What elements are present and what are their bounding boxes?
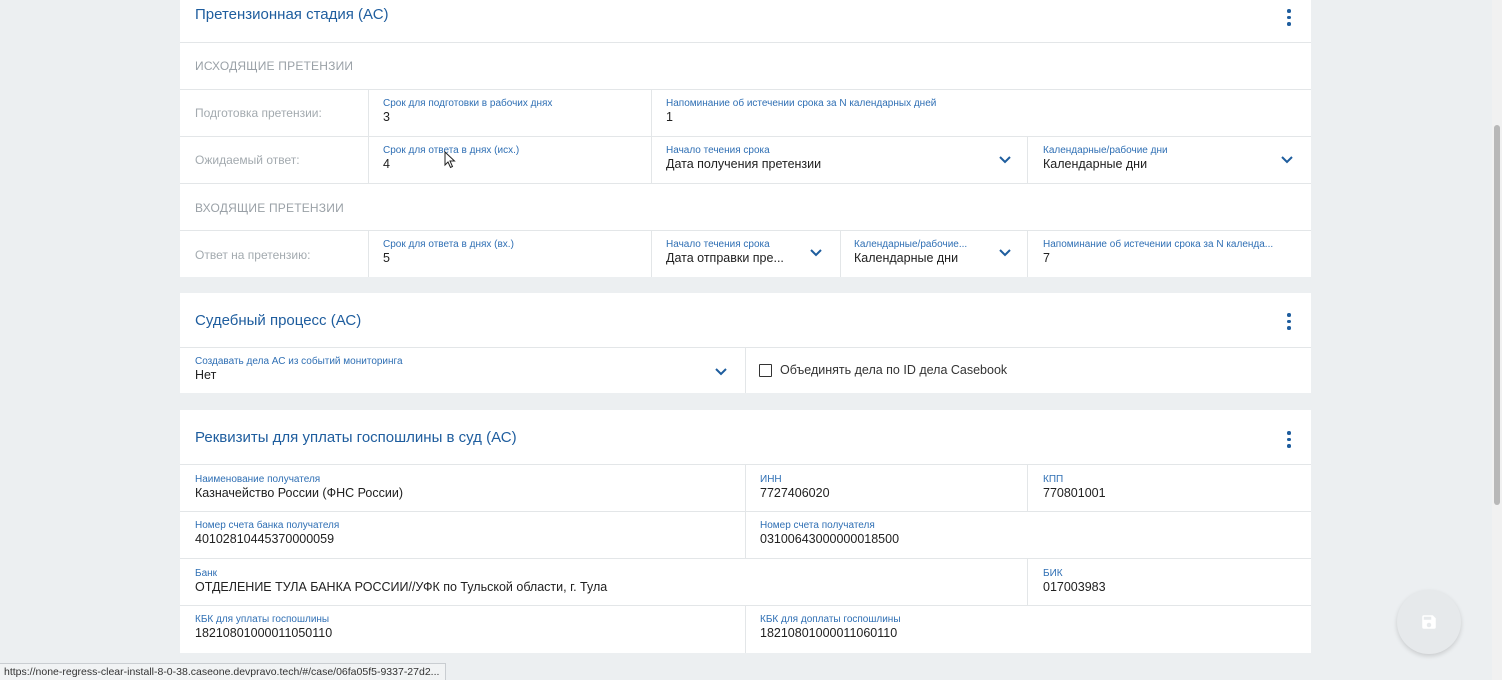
claims-card-title: Претензионная стадия (АС) <box>195 6 389 23</box>
create-cases-select[interactable]: Создавать дела АС из событий мониторинга… <box>195 356 695 382</box>
expected-days-type-select[interactable]: Календарные/рабочие дни Календарные дни <box>1043 145 1273 171</box>
kbk-pay-value[interactable]: 18210801000011050110 <box>195 626 735 640</box>
expected-deadline-field[interactable]: Срок для ответа в днях (исх.) 4 <box>383 145 643 171</box>
bank-account-field[interactable]: Номер счета банка получателя 40102810445… <box>195 520 735 546</box>
recipient-account-field[interactable]: Номер счета получателя 03100643000000018… <box>760 520 1280 546</box>
create-cases-value[interactable]: Нет <box>195 368 695 382</box>
incoming-claims-caption: ВХОДЯЩИЕ ПРЕТЕНЗИИ <box>195 201 344 215</box>
claims-card: Претензионная стадия (АС) ИСХОДЯЩИЕ ПРЕТ… <box>180 0 1311 277</box>
fee-card: Реквизиты для уплаты госпошлины в суд (А… <box>180 410 1311 653</box>
reply-row-label: Ответ на претензию: <box>195 248 311 262</box>
fee-more-icon[interactable] <box>1287 431 1291 448</box>
chevron-down-icon[interactable] <box>714 367 728 377</box>
reply-deadline-value[interactable]: 5 <box>383 251 643 265</box>
bank-field[interactable]: Банк ОТДЕЛЕНИЕ ТУЛА БАНКА РОССИИ//УФК по… <box>195 568 1015 594</box>
chevron-down-icon[interactable] <box>998 248 1012 258</box>
mouse-cursor-icon <box>444 151 456 169</box>
status-bar-url: https://none-regress-clear-install-8-0-3… <box>0 663 447 680</box>
save-button[interactable] <box>1397 590 1461 654</box>
prep-deadline-field[interactable]: Срок для подготовки в рабочих днях 3 <box>383 98 643 124</box>
inn-value[interactable]: 7727406020 <box>760 486 1020 500</box>
claims-more-icon[interactable] <box>1287 9 1291 26</box>
fee-card-title: Реквизиты для уплаты госпошлины в суд (А… <box>195 429 517 446</box>
prep-reminder-field[interactable]: Напоминание об истечении срока за N кале… <box>666 98 1186 124</box>
kpp-value[interactable]: 770801001 <box>1043 486 1293 500</box>
reply-days-type-select[interactable]: Календарные/рабочие... Календарные дни <box>854 239 984 265</box>
recipient-value[interactable]: Казначейство России (ФНС России) <box>195 486 735 500</box>
chevron-down-icon[interactable] <box>998 155 1012 165</box>
reply-reminder-field[interactable]: Напоминание об истечении срока за N кале… <box>1043 239 1298 265</box>
merge-cases-checkbox[interactable] <box>759 364 772 377</box>
recipient-field[interactable]: Наименование получателя Казначейство Рос… <box>195 474 735 500</box>
page-scrollbar[interactable] <box>1492 0 1502 680</box>
court-card-title: Судебный процесс (АС) <box>195 312 362 329</box>
chevron-down-icon[interactable] <box>809 248 823 258</box>
expected-row-label: Ожидаемый ответ: <box>195 153 300 167</box>
kbk-extra-value[interactable]: 18210801000011060110 <box>760 626 1280 640</box>
reply-days-type-value[interactable]: Календарные дни <box>854 251 984 265</box>
kbk-pay-field[interactable]: КБК для уплаты госпошлины 18210801000011… <box>195 614 735 640</box>
prep-reminder-value[interactable]: 1 <box>666 110 1186 124</box>
bank-value[interactable]: ОТДЕЛЕНИЕ ТУЛА БАНКА РОССИИ//УФК по Туль… <box>195 580 1015 594</box>
bik-value[interactable]: 017003983 <box>1043 580 1293 594</box>
merge-cases-label[interactable]: Объединять дела по ID дела Casebook <box>780 363 1007 377</box>
expected-days-type-value[interactable]: Календарные дни <box>1043 157 1273 171</box>
reply-start-select[interactable]: Начало течения срока Дата отправки пре..… <box>666 239 796 265</box>
chevron-down-icon[interactable] <box>1280 155 1294 165</box>
prep-deadline-value[interactable]: 3 <box>383 110 643 124</box>
kpp-field[interactable]: КПП 770801001 <box>1043 474 1293 500</box>
reply-start-value[interactable]: Дата отправки пре... <box>666 251 796 265</box>
recipient-account-value[interactable]: 03100643000000018500 <box>760 532 1280 546</box>
outgoing-claims-caption: ИСХОДЯЩИЕ ПРЕТЕНЗИИ <box>195 59 354 73</box>
inn-field[interactable]: ИНН 7727406020 <box>760 474 1020 500</box>
save-icon <box>1422 615 1436 629</box>
bik-field[interactable]: БИК 017003983 <box>1043 568 1293 594</box>
reply-reminder-value[interactable]: 7 <box>1043 251 1298 265</box>
prep-row-label: Подготовка претензии: <box>195 106 322 120</box>
expected-start-value[interactable]: Дата получения претензии <box>666 157 976 171</box>
reply-deadline-field[interactable]: Срок для ответа в днях (вх.) 5 <box>383 239 643 265</box>
expected-deadline-value[interactable]: 4 <box>383 157 643 171</box>
kbk-extra-field[interactable]: КБК для доплаты госпошлины 1821080100001… <box>760 614 1280 640</box>
expected-start-select[interactable]: Начало течения срока Дата получения прет… <box>666 145 976 171</box>
bank-account-value[interactable]: 40102810445370000059 <box>195 532 735 546</box>
scrollbar-thumb[interactable] <box>1494 125 1500 505</box>
court-more-icon[interactable] <box>1287 313 1291 330</box>
court-card: Судебный процесс (АС) Создавать дела АС … <box>180 293 1311 393</box>
